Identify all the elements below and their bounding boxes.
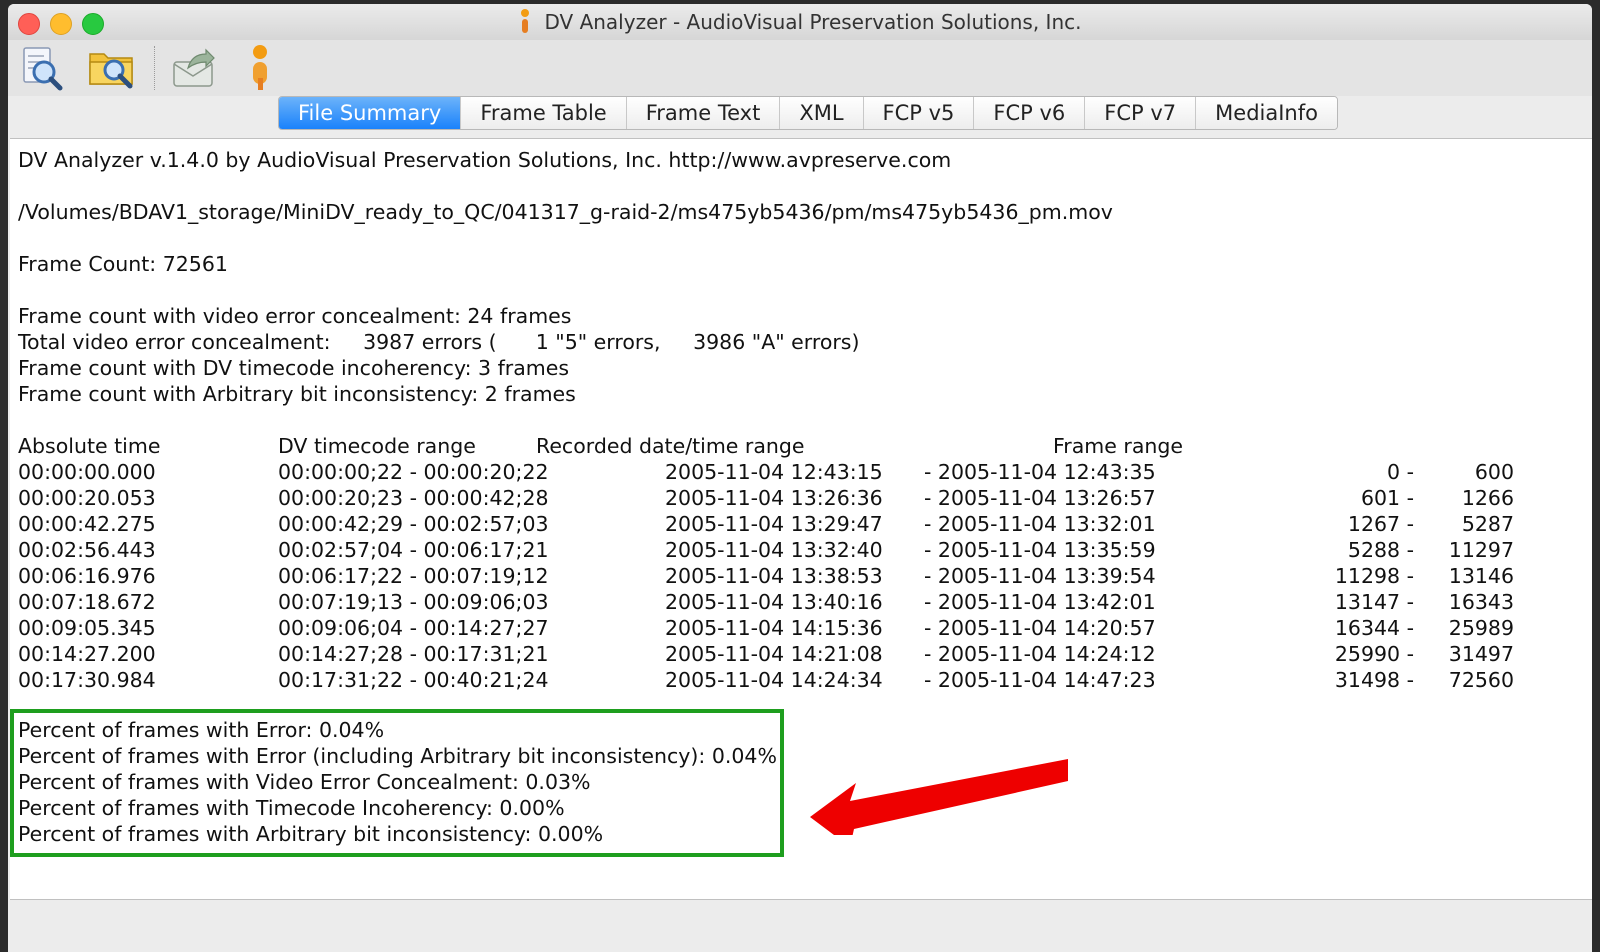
- cell-frame-end: 31497: [1448, 642, 1514, 666]
- cell-absolute-time: 00:00:20.053: [18, 486, 156, 510]
- cell-recorded-start: 2005-11-04 13:38:53: [665, 564, 883, 588]
- tab-xml[interactable]: XML: [780, 97, 864, 129]
- cell-dv-timecode-range: 00:00:20;23 - 00:00:42;28: [278, 486, 549, 510]
- header-recorded-range: Recorded date/time range: [536, 434, 805, 458]
- cell-dv-timecode-range: 00:14:27;28 - 00:17:31;21: [278, 642, 549, 666]
- cell-recorded-start: 2005-11-04 14:15:36: [665, 616, 883, 640]
- cell-recorded-end: - 2005-11-04 13:42:01: [924, 590, 1156, 614]
- app-window: DV Analyzer - AudioVisual Preservation S…: [8, 4, 1592, 952]
- cell-absolute-time: 00:06:16.976: [18, 564, 156, 588]
- cell-recorded-end: - 2005-11-04 14:20:57: [924, 616, 1156, 640]
- cell-recorded-start: 2005-11-04 14:21:08: [665, 642, 883, 666]
- cell-dv-timecode-range: 00:07:19;13 - 00:09:06;03: [278, 590, 549, 614]
- cell-recorded-end: - 2005-11-04 13:26:57: [924, 486, 1156, 510]
- cell-recorded-start: 2005-11-04 13:32:40: [665, 538, 883, 562]
- app-icon: [518, 9, 532, 35]
- status-bar: [8, 900, 1592, 952]
- cell-frame-end: 600: [1474, 460, 1514, 484]
- avps-logo-icon[interactable]: [240, 44, 292, 92]
- cell-frame-end: 11297: [1448, 538, 1514, 562]
- cell-dv-timecode-range: 00:17:31;22 - 00:40:21;24: [278, 668, 549, 692]
- cell-dv-timecode-range: 00:00:00;22 - 00:00:20;22: [278, 460, 549, 484]
- tab-frame-table[interactable]: Frame Table: [461, 97, 627, 129]
- tab-fcp-v5[interactable]: FCP v5: [863, 97, 975, 129]
- header-absolute-time: Absolute time: [18, 434, 161, 458]
- percent-line: Percent of frames with Error (including …: [18, 744, 777, 768]
- file-path: /Volumes/BDAV1_storage/MiniDV_ready_to_Q…: [18, 200, 1113, 224]
- stat-line: Frame count with Arbitrary bit inconsist…: [18, 382, 576, 406]
- toolbar: [8, 40, 1592, 97]
- cell-recorded-start: 2005-11-04 13:40:16: [665, 590, 883, 614]
- cell-absolute-time: 00:02:56.443: [18, 538, 156, 562]
- cell-frame-end: 13146: [1448, 564, 1514, 588]
- window-title: DV Analyzer - AudioVisual Preservation S…: [544, 10, 1082, 34]
- percent-line: Percent of frames with Video Error Conce…: [18, 770, 591, 794]
- cell-frame-end: 25989: [1448, 616, 1514, 640]
- annotation-arrow: [810, 759, 1068, 835]
- cell-absolute-time: 00:00:42.275: [18, 512, 156, 536]
- cell-recorded-end: - 2005-11-04 14:24:12: [924, 642, 1156, 666]
- title-bar: DV Analyzer - AudioVisual Preservation S…: [8, 4, 1592, 41]
- tab-fcp-v6[interactable]: FCP v6: [974, 97, 1086, 129]
- export-icon[interactable]: [168, 44, 220, 92]
- cell-dv-timecode-range: 00:09:06;04 - 00:14:27;27: [278, 616, 549, 640]
- tab-bar: File Summary Frame Table Frame Text XML …: [8, 96, 1592, 130]
- cell-dv-timecode-range: 00:06:17;22 - 00:07:19;12: [278, 564, 549, 588]
- cell-recorded-start: 2005-11-04 13:26:36: [665, 486, 883, 510]
- tab-mediainfo[interactable]: MediaInfo: [1196, 97, 1337, 129]
- cell-absolute-time: 00:14:27.200: [18, 642, 156, 666]
- file-summary-panel[interactable]: DV Analyzer v.1.4.0 by AudioVisual Prese…: [10, 138, 1592, 900]
- cell-absolute-time: 00:07:18.672: [18, 590, 156, 614]
- window-title-area: DV Analyzer - AudioVisual Preservation S…: [8, 4, 1592, 40]
- cell-frame-end: 72560: [1448, 668, 1514, 692]
- tab-frame-text[interactable]: Frame Text: [626, 97, 781, 129]
- cell-recorded-start: 2005-11-04 14:24:34: [665, 668, 883, 692]
- stat-line: Frame count with DV timecode incoherency…: [18, 356, 570, 380]
- summary-header: DV Analyzer v.1.4.0 by AudioVisual Prese…: [18, 148, 952, 172]
- cell-recorded-end: - 2005-11-04 12:43:35: [924, 460, 1156, 484]
- cell-absolute-time: 00:00:00.000: [18, 460, 156, 484]
- stat-line: Frame count with video error concealment…: [18, 304, 572, 328]
- cell-dv-timecode-range: 00:02:57;04 - 00:06:17;21: [278, 538, 549, 562]
- cell-recorded-start: 2005-11-04 12:43:15: [665, 460, 883, 484]
- open-file-icon[interactable]: [14, 44, 66, 92]
- stat-line: Total video error concealment: 3987 erro…: [18, 330, 860, 354]
- cell-recorded-end: - 2005-11-04 13:35:59: [924, 538, 1156, 562]
- cell-recorded-start: 2005-11-04 13:29:47: [665, 512, 883, 536]
- tab-strip: File Summary Frame Table Frame Text XML …: [278, 96, 1338, 130]
- tab-file-summary[interactable]: File Summary: [279, 97, 462, 129]
- cell-absolute-time: 00:17:30.984: [18, 668, 156, 692]
- open-folder-icon[interactable]: [86, 44, 138, 92]
- cell-frame-end: 16343: [1448, 590, 1514, 614]
- frame-count: Frame Count: 72561: [18, 252, 228, 276]
- cell-frame-end: 5287: [1461, 512, 1514, 536]
- toolbar-separator: [154, 46, 155, 90]
- percent-line: Percent of frames with Timecode Incohere…: [18, 796, 565, 820]
- cell-recorded-end: - 2005-11-04 14:47:23: [924, 668, 1156, 692]
- header-dv-timecode-range: DV timecode range: [278, 434, 476, 458]
- tab-fcp-v7[interactable]: FCP v7: [1085, 97, 1197, 129]
- cell-recorded-end: - 2005-11-04 13:32:01: [924, 512, 1156, 536]
- percent-line: Percent of frames with Error: 0.04%: [18, 718, 385, 742]
- percent-line: Percent of frames with Arbitrary bit inc…: [18, 822, 604, 846]
- cell-dv-timecode-range: 00:00:42;29 - 00:02:57;03: [278, 512, 549, 536]
- header-frame-range: Frame range: [1053, 434, 1183, 458]
- cell-recorded-end: - 2005-11-04 13:39:54: [924, 564, 1156, 588]
- cell-frame-end: 1266: [1461, 486, 1514, 510]
- cell-absolute-time: 00:09:05.345: [18, 616, 156, 640]
